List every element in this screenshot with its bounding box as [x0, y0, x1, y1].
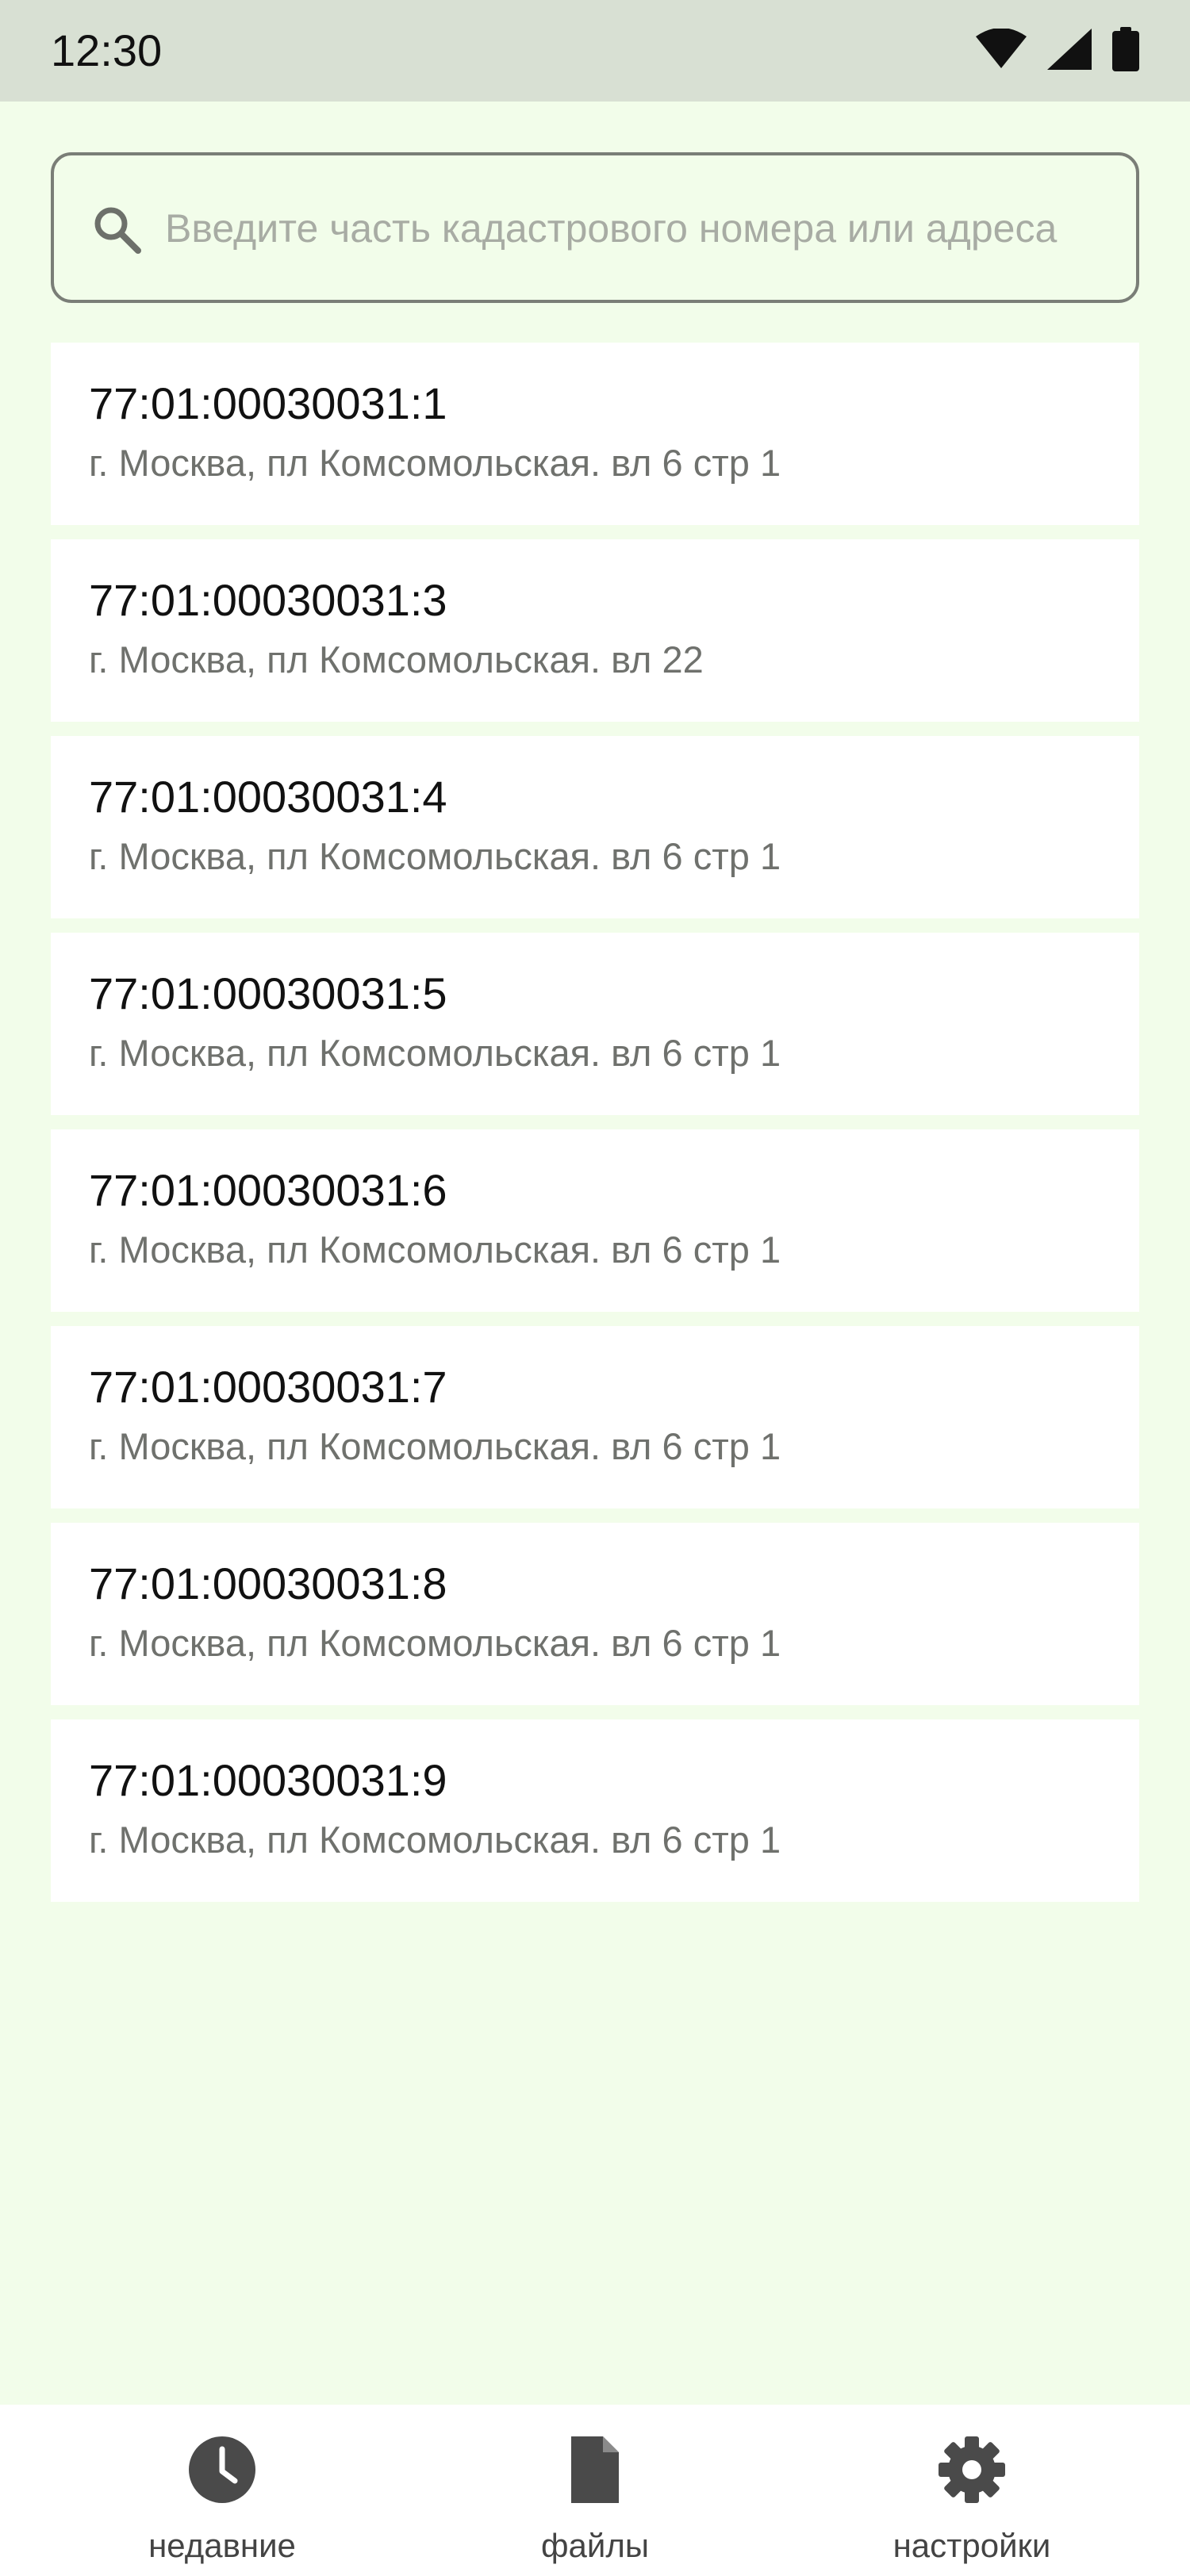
nav-label-settings: настройки: [892, 2527, 1051, 2564]
item-address: г. Москва, пл Комсомольская. вл 6 стр 1: [89, 835, 781, 877]
list-item[interactable]: 77:01:00030031:6 г. Москва, пл Комсомоль…: [51, 1129, 1139, 1312]
cadastral-number: 77:01:00030031:3: [89, 575, 447, 625]
battery-icon: [1112, 27, 1139, 71]
list-item[interactable]: 77:01:00030031:8 г. Москва, пл Комсомоль…: [51, 1523, 1139, 1705]
list-item[interactable]: 77:01:00030031:3 г. Москва, пл Комсомоль…: [51, 539, 1139, 722]
list-item[interactable]: 77:01:00030031:4 г. Москва, пл Комсомоль…: [51, 736, 1139, 918]
status-icons: [976, 27, 1139, 71]
item-address: г. Москва, пл Комсомольская. вл 6 стр 1: [89, 1622, 781, 1664]
search-input[interactable]: [165, 187, 1117, 270]
bottom-nav: недавние файлы настройки: [0, 2405, 1190, 2576]
list-item[interactable]: 77:01:00030031:1 г. Москва, пл Комсомоль…: [51, 343, 1139, 525]
wifi-icon: [976, 29, 1027, 70]
nav-item-recent[interactable]: недавние: [24, 2405, 420, 2576]
item-address: г. Москва, пл Комсомольская. вл 6 стр 1: [89, 1229, 781, 1271]
item-address: г. Москва, пл Комсомольская. вл 6 стр 1: [89, 1032, 781, 1074]
gear-icon: [935, 2433, 1008, 2506]
nav-label-files: файлы: [540, 2527, 650, 2564]
status-time: 12:30: [51, 25, 163, 75]
cadastral-number: 77:01:00030031:4: [89, 772, 447, 822]
list-item[interactable]: 77:01:00030031:7 г. Москва, пл Комсомоль…: [51, 1326, 1139, 1508]
item-address: г. Москва, пл Комсомольская. вл 6 стр 1: [89, 1425, 781, 1467]
nav-item-settings[interactable]: настройки: [774, 2405, 1170, 2576]
item-address: г. Москва, пл Комсомольская. вл 6 стр 1: [89, 1819, 781, 1861]
nav-label-recent: недавние: [148, 2527, 296, 2564]
signal-icon: [1047, 29, 1092, 70]
results-list: 77:01:00030031:1 г. Москва, пл Комсомоль…: [51, 343, 1139, 1916]
list-item[interactable]: 77:01:00030031:9 г. Москва, пл Комсомоль…: [51, 1719, 1139, 1902]
cadastral-number: 77:01:00030031:8: [89, 1558, 447, 1608]
search-box[interactable]: [51, 152, 1139, 303]
file-icon: [559, 2433, 631, 2506]
clock-icon: [186, 2433, 259, 2506]
list-item[interactable]: 77:01:00030031:5 г. Москва, пл Комсомоль…: [51, 933, 1139, 1115]
cadastral-number: 77:01:00030031:9: [89, 1755, 447, 1805]
cadastral-number: 77:01:00030031:6: [89, 1165, 447, 1215]
cadastral-number: 77:01:00030031:5: [89, 968, 447, 1018]
item-address: г. Москва, пл Комсомольская. вл 6 стр 1: [89, 442, 781, 484]
cadastral-number: 77:01:00030031:7: [89, 1362, 447, 1412]
cadastral-number: 77:01:00030031:1: [89, 378, 447, 428]
search-icon: [92, 205, 143, 255]
item-address: г. Москва, пл Комсомольская. вл 22: [89, 638, 704, 680]
nav-item-files[interactable]: файлы: [397, 2405, 793, 2576]
status-bar: 12:30: [0, 0, 1190, 102]
